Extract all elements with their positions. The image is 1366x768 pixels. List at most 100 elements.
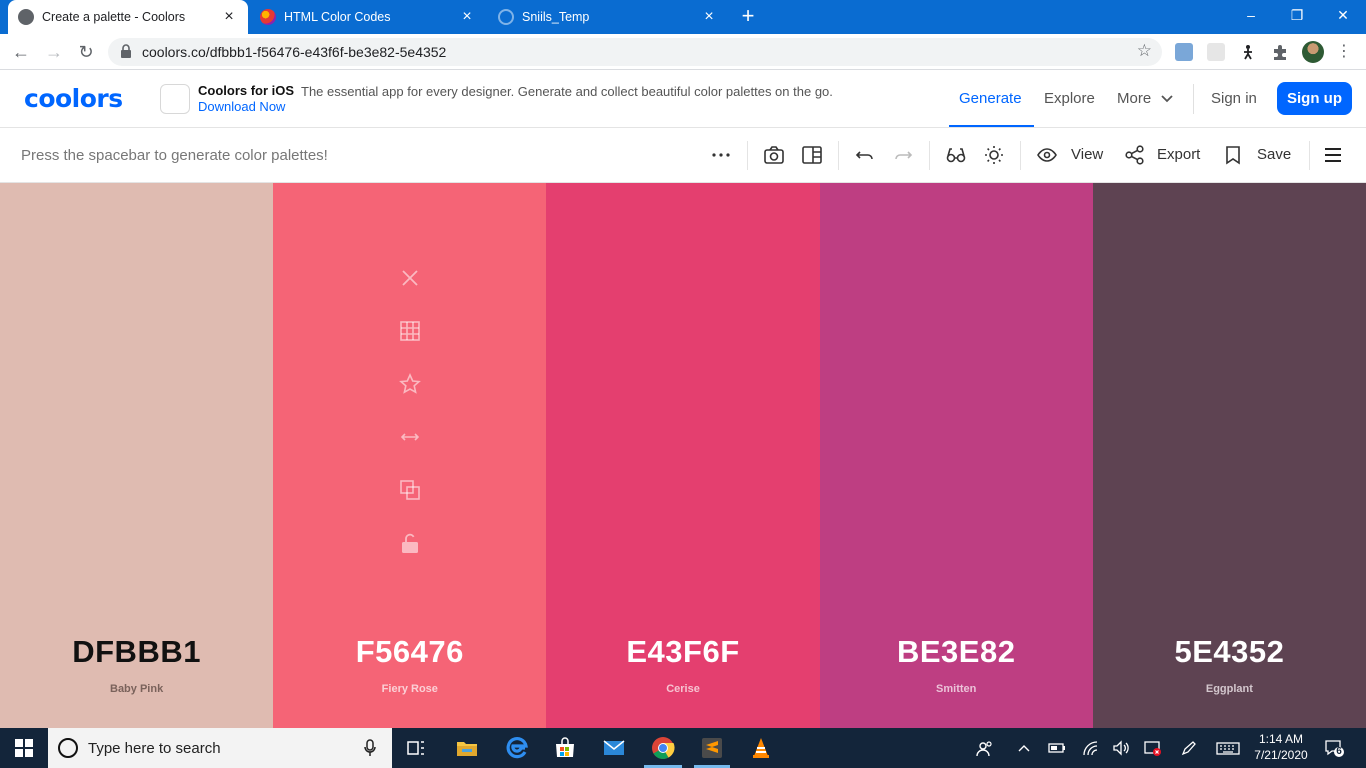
keyboard-icon[interactable] — [1216, 740, 1240, 759]
swatch-hex-code[interactable]: 5E4352 — [1093, 634, 1366, 670]
microsoft-store-icon[interactable] — [553, 736, 577, 760]
mail-icon[interactable] — [602, 736, 626, 760]
forward-button[interactable]: → — [42, 41, 66, 63]
copy-hex-icon[interactable] — [399, 479, 421, 501]
share-icon[interactable] — [1124, 144, 1146, 166]
browser-tab-html-color-codes[interactable]: HTML Color Codes × — [250, 0, 486, 34]
swatch-hex-code[interactable]: BE3E82 — [820, 634, 1093, 670]
swatch-color-name[interactable]: Eggplant — [1093, 683, 1366, 695]
battery-icon[interactable] — [1048, 740, 1066, 759]
extension-icon[interactable] — [1239, 43, 1257, 61]
browser-tabstrip: Create a palette - Coolors × HTML Color … — [0, 0, 1366, 34]
color-swatch[interactable]: 5E4352 Eggplant — [1092, 183, 1366, 728]
redo-icon[interactable] — [892, 144, 914, 166]
taskbar-clock[interactable]: 1:14 AM 7/21/2020 — [1252, 731, 1310, 763]
save-button[interactable]: Save — [1257, 146, 1291, 163]
wifi-icon[interactable] — [1082, 740, 1100, 759]
bookmark-star-icon[interactable]: ☆ — [1137, 41, 1152, 61]
action-center-icon[interactable]: 6 — [1324, 738, 1344, 758]
profile-avatar[interactable] — [1302, 41, 1324, 63]
edge-browser-icon[interactable] — [505, 736, 529, 760]
browser-toolbar: ← → ↻ coolors.co/dfbbb1-f56476-e43f6f-be… — [0, 34, 1366, 70]
microphone-icon[interactable] — [364, 739, 376, 762]
nav-more[interactable]: More — [1117, 90, 1173, 107]
shades-grid-icon[interactable] — [399, 320, 421, 342]
brightness-icon[interactable] — [983, 144, 1005, 166]
more-options-icon[interactable] — [710, 144, 732, 166]
color-palette: DFBBB1 Baby Pink F56476 Fiery Rose E43F6… — [0, 183, 1366, 728]
drag-arrows-icon[interactable] — [399, 426, 421, 448]
cortana-icon — [58, 738, 78, 758]
color-swatch[interactable]: DFBBB1 Baby Pink — [0, 183, 274, 728]
back-button[interactable]: ← — [9, 41, 33, 63]
nav-more-label: More — [1117, 90, 1152, 107]
lock-toggle-icon[interactable] — [399, 532, 421, 554]
browser-tab-sniils-temp[interactable]: Sniils_Temp × — [488, 0, 728, 34]
color-swatch[interactable]: E43F6F Cerise — [546, 183, 820, 728]
sublime-text-icon[interactable] — [700, 736, 724, 760]
swatch-hex-code[interactable]: E43F6F — [546, 634, 819, 670]
people-icon[interactable] — [976, 740, 994, 761]
generator-toolbar: Press the spacebar to generate color pal… — [0, 128, 1366, 183]
chevron-down-icon — [1161, 95, 1173, 103]
tab-close-icon[interactable]: × — [700, 8, 718, 26]
undo-icon[interactable] — [854, 144, 876, 166]
globe-favicon-icon — [18, 9, 34, 25]
swatch-color-name[interactable]: Fiery Rose — [273, 683, 546, 695]
extensions-puzzle-icon[interactable] — [1271, 43, 1289, 61]
task-view-icon[interactable] — [404, 736, 428, 760]
nav-generate[interactable]: Generate — [959, 90, 1022, 107]
toolbar-separator — [838, 141, 839, 170]
color-swatch[interactable]: F56476 Fiery Rose — [273, 183, 547, 728]
start-button[interactable] — [0, 728, 48, 768]
restore-window-button[interactable]: ❐ — [1274, 0, 1320, 30]
windows-logo-icon — [15, 739, 33, 757]
browser-tab-coolors[interactable]: Create a palette - Coolors × — [8, 0, 248, 34]
extension-icon[interactable] — [1207, 43, 1225, 61]
extension-icon[interactable] — [1175, 43, 1193, 61]
collage-icon[interactable] — [801, 144, 823, 166]
bookmark-icon[interactable] — [1222, 144, 1244, 166]
close-window-button[interactable]: ✕ — [1320, 0, 1366, 30]
hamburger-menu-icon[interactable] — [1322, 144, 1344, 166]
export-button[interactable]: Export — [1157, 146, 1200, 163]
ios-promo-description: The essential app for every designer. Ge… — [301, 84, 833, 99]
sign-up-button[interactable]: Sign up — [1277, 82, 1352, 115]
coolors-logo[interactable]: coolors — [24, 84, 123, 113]
volume-icon[interactable] — [1112, 740, 1130, 759]
nav-explore[interactable]: Explore — [1044, 90, 1095, 107]
nav-active-indicator — [949, 125, 1034, 127]
new-tab-button[interactable]: + — [736, 5, 760, 29]
download-now-link[interactable]: Download Now — [198, 99, 285, 114]
swatch-hex-code[interactable]: F56476 — [273, 634, 546, 670]
browser-menu-icon[interactable]: ⋮ — [1336, 42, 1352, 62]
html-color-codes-favicon-icon — [260, 9, 276, 25]
vlc-icon[interactable] — [749, 736, 773, 760]
minimize-window-button[interactable]: – — [1228, 0, 1274, 30]
swatch-hex-code[interactable]: DFBBB1 — [0, 634, 273, 670]
view-eye-icon[interactable] — [1036, 144, 1058, 166]
pen-workspace-icon[interactable] — [1180, 740, 1198, 759]
sign-in-link[interactable]: Sign in — [1211, 90, 1257, 107]
color-swatch[interactable]: BE3E82 Smitten — [819, 183, 1093, 728]
chrome-icon[interactable] — [651, 736, 675, 760]
security-alert-icon[interactable] — [1144, 740, 1162, 759]
show-hidden-icons-chevron-icon[interactable] — [1016, 740, 1032, 759]
swatch-color-name[interactable]: Cerise — [546, 683, 819, 695]
file-explorer-icon[interactable] — [455, 736, 479, 760]
reload-button[interactable]: ↻ — [74, 41, 98, 63]
taskbar-search-box[interactable]: Type here to search — [48, 728, 392, 768]
view-button[interactable]: View — [1071, 146, 1103, 163]
swatch-color-name[interactable]: Baby Pink — [0, 683, 273, 695]
favorite-star-icon[interactable] — [398, 373, 421, 395]
tab-close-icon[interactable]: × — [458, 8, 476, 26]
glasses-icon[interactable] — [945, 144, 967, 166]
remove-color-close-icon[interactable] — [399, 267, 421, 289]
tab-title: Create a palette - Coolors — [42, 10, 186, 24]
camera-icon[interactable] — [763, 144, 785, 166]
address-bar[interactable]: coolors.co/dfbbb1-f56476-e43f6f-be3e82-5… — [108, 38, 1162, 66]
url-text: coolors.co/dfbbb1-f56476-e43f6f-be3e82-5… — [142, 44, 447, 60]
windows-taskbar: Type here to search 1:14 AM 7/21/2020 6 — [0, 728, 1366, 768]
swatch-color-name[interactable]: Smitten — [820, 683, 1093, 695]
tab-close-icon[interactable]: × — [220, 8, 238, 26]
